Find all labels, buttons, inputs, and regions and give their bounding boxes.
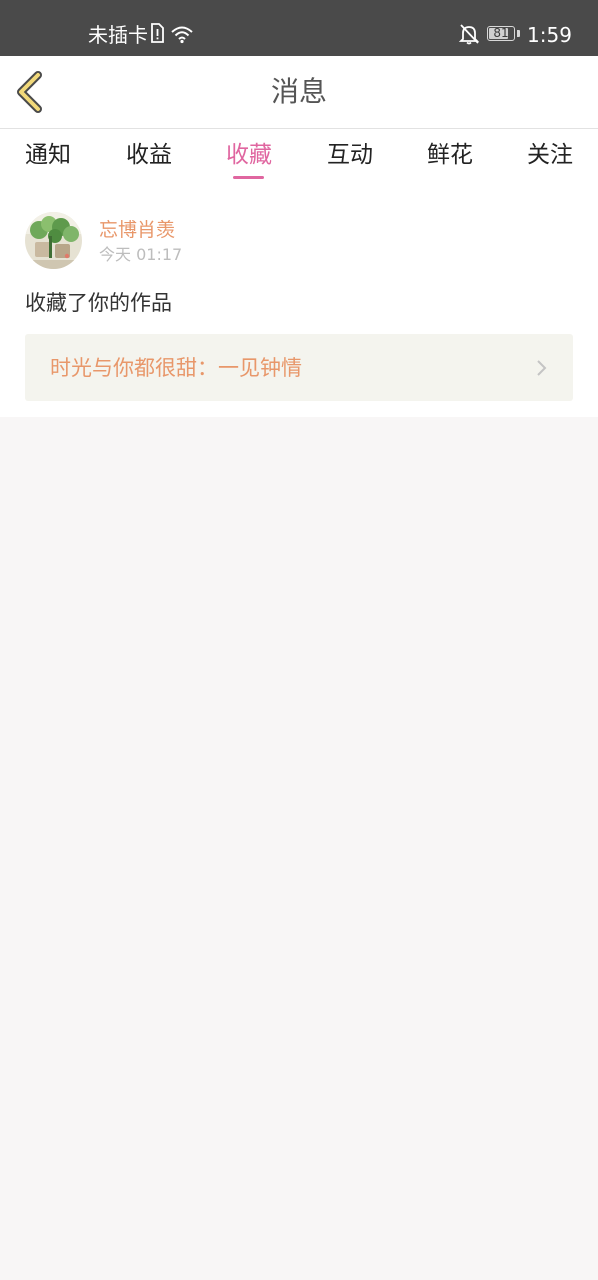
chevron-right-icon bbox=[537, 360, 547, 376]
message-card: 忘博肖羡 今天 01:17 收藏了你的作品 时光与你都很甜：一见钟情 bbox=[0, 189, 598, 417]
message-action-text: 收藏了你的作品 bbox=[25, 291, 172, 315]
battery-level-text: 81 bbox=[493, 26, 509, 40]
tab-follows[interactable]: 关注 bbox=[510, 139, 590, 171]
bell-off-icon bbox=[458, 24, 480, 45]
battery-tip bbox=[517, 30, 520, 37]
sim-alert-icon bbox=[151, 23, 164, 43]
clock-time: 1:59 bbox=[527, 23, 572, 47]
status-bar: 未插卡 81 1:59 bbox=[0, 0, 598, 56]
message-timestamp: 今天 01:17 bbox=[99, 245, 183, 264]
wifi-icon bbox=[171, 26, 193, 44]
work-title: 时光与你都很甜：一见钟情 bbox=[50, 356, 302, 380]
tab-earnings[interactable]: 收益 bbox=[109, 139, 189, 171]
page-title: 消息 bbox=[270, 75, 327, 108]
tab-notifications[interactable]: 通知 bbox=[8, 139, 88, 171]
carrier-text: 未插卡 bbox=[88, 23, 148, 47]
avatar[interactable] bbox=[25, 212, 82, 269]
active-tab-indicator bbox=[233, 176, 264, 179]
header-bar: 消息 bbox=[0, 56, 598, 129]
plant-avatar-image bbox=[25, 212, 82, 269]
battery-indicator: 81 bbox=[487, 26, 515, 41]
tab-interactions[interactable]: 互动 bbox=[310, 139, 390, 171]
favorited-work-link[interactable]: 时光与你都很甜：一见钟情 bbox=[25, 334, 573, 401]
tab-bar: 通知 收益 收藏 互动 鲜花 关注 bbox=[0, 129, 598, 189]
tab-favorites[interactable]: 收藏 bbox=[209, 139, 289, 171]
tab-flowers[interactable]: 鲜花 bbox=[410, 139, 490, 171]
username[interactable]: 忘博肖羡 bbox=[99, 218, 175, 242]
